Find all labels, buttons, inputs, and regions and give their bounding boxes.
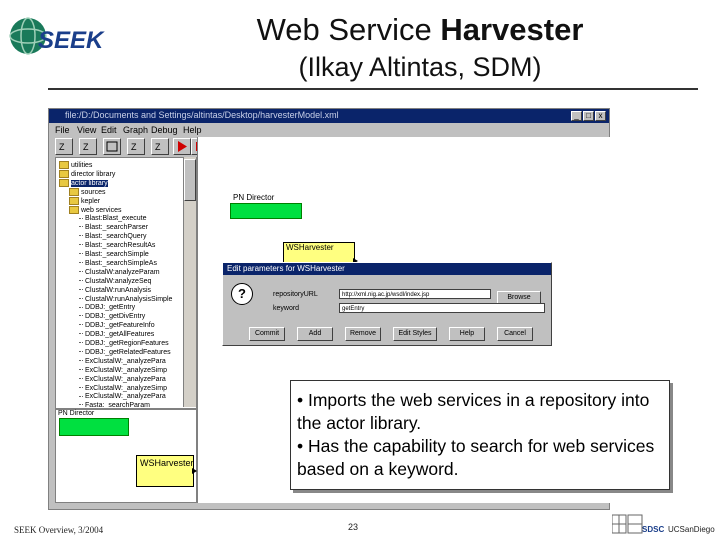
menu-help[interactable]: Help — [183, 125, 202, 135]
folder-icon — [59, 178, 69, 187]
pn-director-actor[interactable] — [230, 203, 302, 219]
slide-subtitle: (Ilkay Altintas, SDM) — [298, 52, 542, 82]
actor-icon — [79, 359, 83, 362]
tree-item[interactable]: Fasta:_searchParam — [79, 400, 150, 409]
svg-text:Z: Z — [155, 142, 161, 152]
zoom-out-icon: Z — [131, 142, 137, 152]
help-button[interactable]: Help — [449, 327, 485, 341]
graph-overview-panel: PN Director WSHarvester — [55, 409, 197, 503]
actor-icon — [79, 377, 83, 380]
commit-button[interactable]: Commit — [249, 327, 285, 341]
actor-icon — [79, 270, 83, 273]
actor-icon — [79, 288, 83, 291]
overview-director-box — [59, 418, 129, 436]
svg-text:Z: Z — [83, 142, 89, 152]
ucsd-logo-text: UCSanDiego — [668, 525, 715, 534]
menu-bar: File View Edit Graph Debug Help — [49, 124, 609, 137]
menu-edit[interactable]: Edit — [101, 125, 117, 135]
logo-text: SEEK — [38, 27, 105, 54]
seek-logo: SEEK — [9, 17, 105, 55]
svg-text:Z: Z — [131, 142, 137, 152]
actor-icon — [79, 351, 83, 353]
actor-icon — [79, 368, 83, 371]
actor-library-tree[interactable]: utilities director library actor library so… — [55, 157, 197, 409]
ws-harvester-label: WSHarvester — [286, 243, 334, 252]
footer-text: SEEK Overview, 3/2004 — [14, 525, 104, 535]
director-label: PN Director — [233, 193, 275, 202]
zoom-in-button[interactable]: Z — [55, 138, 73, 155]
zoom-reset-button[interactable]: Z — [79, 138, 97, 155]
menu-file[interactable]: File — [55, 125, 70, 135]
zoom-reset-icon: Z — [83, 142, 89, 152]
actor-icon — [79, 262, 83, 264]
actor-icon — [79, 342, 83, 344]
overview-director-label: PN Director — [58, 410, 95, 417]
actor-icon — [79, 297, 83, 300]
menu-graph[interactable]: Graph — [123, 125, 148, 135]
run-button[interactable] — [173, 138, 191, 155]
title-divider — [48, 88, 698, 90]
folder-icon — [69, 205, 79, 214]
actor-icon — [79, 226, 83, 228]
tree-item-label: Fasta:_searchParam — [85, 402, 150, 409]
remove-button[interactable]: Remove — [345, 327, 381, 341]
keyword-label: keyword — [273, 305, 300, 312]
actor-icon — [79, 404, 83, 406]
tree-scrollbar-thumb[interactable] — [184, 159, 196, 201]
actor-icon — [79, 315, 83, 317]
sdsc-logo-text: SDSC — [642, 525, 664, 534]
repository-url-label: repositoryURL — [273, 291, 318, 298]
page-number: 23 — [348, 522, 359, 532]
dialog-title: Edit parameters for WSHarvester — [227, 264, 345, 273]
zoom-fit-button[interactable] — [103, 138, 121, 155]
bullet-callout: • Imports the web services in a reposito… — [290, 380, 670, 490]
menu-debug[interactable]: Debug — [151, 125, 178, 135]
svg-text:Z: Z — [59, 142, 65, 152]
edit-parameters-dialog: Edit parameters for WSHarvester ? reposi… — [222, 262, 552, 346]
actor-icon — [79, 324, 83, 326]
layout-icon: Z — [155, 142, 161, 152]
question-icon: ? — [231, 283, 253, 305]
zoom-in-icon: Z — [59, 142, 65, 152]
actor-icon — [79, 235, 83, 237]
edit-styles-button[interactable]: Edit Styles — [393, 327, 437, 341]
slide-title: Web Service Harvester — [256, 12, 584, 47]
bullet-item: • Imports the web services in a reposito… — [297, 390, 650, 433]
window-titlebar[interactable]: file:/D:/Documents and Settings/altintas… — [49, 109, 609, 123]
add-button[interactable]: Add — [297, 327, 333, 341]
actor-icon — [79, 279, 83, 282]
cancel-button[interactable]: Cancel — [497, 327, 533, 341]
repository-url-input[interactable]: http://xml.nig.ac.jp/wsdl/index.jsp — [339, 289, 491, 299]
actor-icon — [79, 395, 83, 398]
bullet-item: • Has the capability to search for web s… — [297, 436, 655, 479]
layout-button[interactable]: Z — [151, 138, 169, 155]
actor-icon — [79, 217, 83, 220]
actor-icon — [79, 306, 83, 309]
zoom-out-button[interactable]: Z — [127, 138, 145, 155]
maximize-button[interactable]: □ — [583, 111, 594, 121]
play-icon — [178, 141, 187, 152]
zoom-fit-icon — [106, 141, 118, 152]
menu-view[interactable]: View — [77, 125, 96, 135]
actor-icon — [79, 333, 83, 335]
dialog-titlebar[interactable]: Edit parameters for WSHarvester — [223, 263, 551, 275]
minimize-button[interactable]: _ — [571, 111, 582, 121]
actor-icon — [79, 386, 83, 389]
actor-icon — [79, 253, 83, 255]
footer-logos: SDSC UCSanDiego — [612, 514, 715, 534]
actor-icon — [79, 244, 83, 246]
close-button[interactable]: x — [595, 111, 606, 121]
keyword-input[interactable]: getEntry — [339, 303, 545, 313]
overview-ws-label: WSHarvester — [140, 458, 194, 468]
window-title: file:/D:/Documents and Settings/altintas… — [65, 110, 339, 120]
